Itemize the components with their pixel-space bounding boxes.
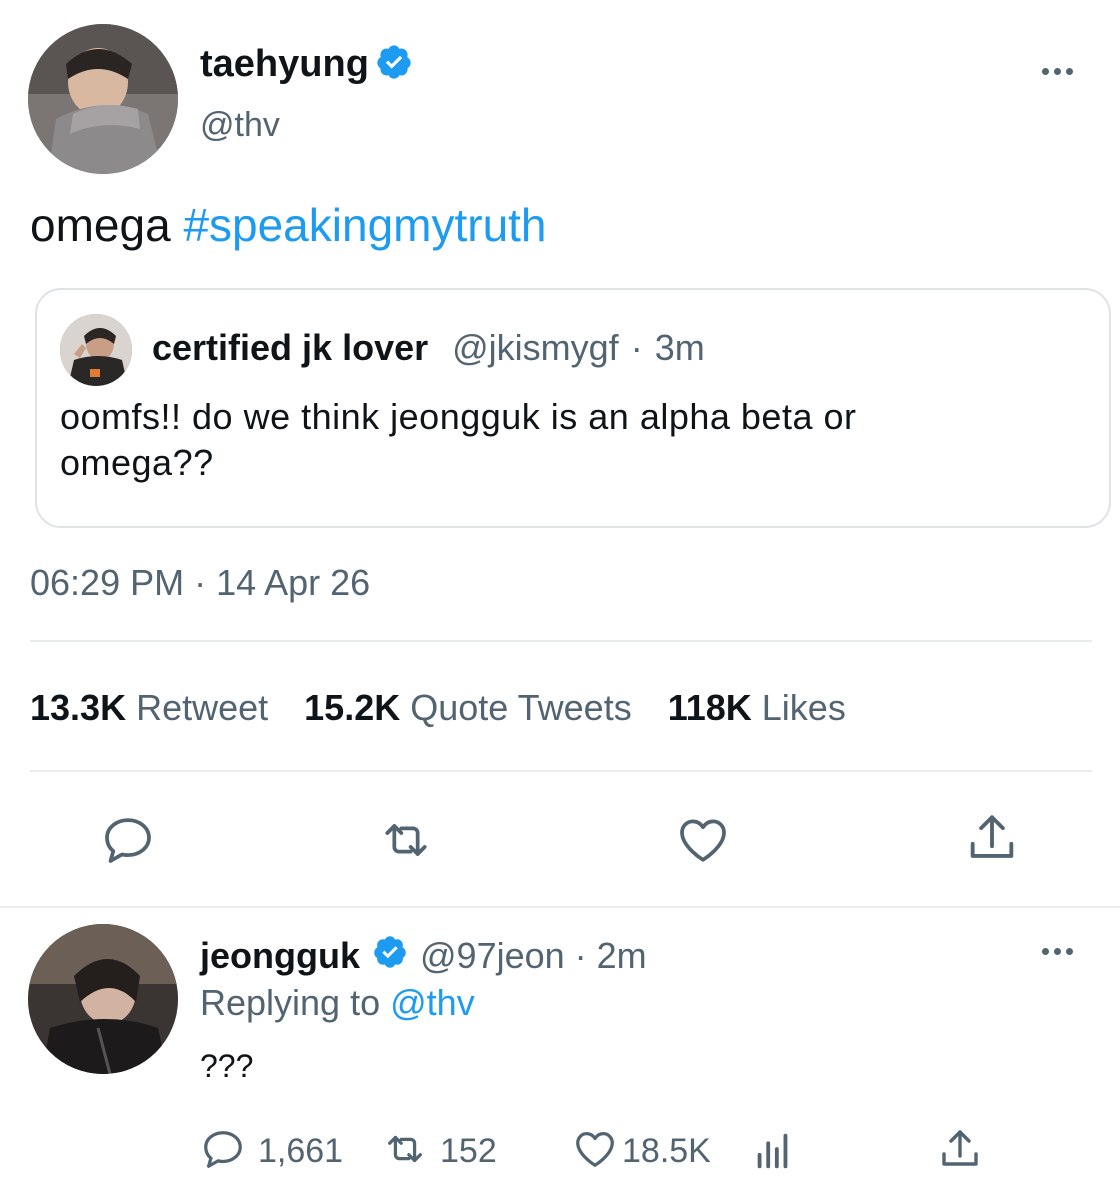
quoted-author-row: certified jk lover @jkismygf · 3m xyxy=(152,324,705,372)
likes-count[interactable]: 118K xyxy=(668,687,752,729)
replying-to-line: Replying to @thv xyxy=(200,980,475,1026)
replying-to-handle[interactable]: @thv xyxy=(390,982,475,1023)
reply-author-avatar[interactable] xyxy=(28,924,178,1074)
divider xyxy=(30,640,1092,642)
reply-author-row: jeongguk @97jeon · 2m xyxy=(200,932,647,980)
reply-retweet-button[interactable]: 152 xyxy=(378,1126,497,1176)
share-icon[interactable] xyxy=(962,810,1022,873)
quoted-separator: · xyxy=(630,327,643,368)
quote-tweets-label[interactable]: Quote Tweets xyxy=(410,687,631,729)
tweet-text: omega #speakingmytruth xyxy=(30,196,547,254)
author-avatar[interactable] xyxy=(28,24,178,174)
retweet-icon[interactable] xyxy=(376,812,436,873)
tweet-timestamp[interactable]: 06:29 PM · 14 Apr 26 xyxy=(30,562,370,604)
reply-reply-button[interactable]: 1,661 xyxy=(200,1126,343,1176)
retweet-label[interactable]: Retweet xyxy=(136,687,268,729)
reply-replies-count: 1,661 xyxy=(258,1131,344,1170)
divider xyxy=(30,770,1092,772)
quoted-display-name: certified jk lover xyxy=(152,327,429,368)
reply-handle[interactable]: @97jeon xyxy=(420,935,565,977)
author-name-row: taehyung xyxy=(200,40,413,88)
retweet-count[interactable]: 13.3K xyxy=(30,687,126,729)
like-icon[interactable] xyxy=(674,812,732,873)
quoted-handle: @jkismygf xyxy=(452,327,619,368)
reply-like-button[interactable]: 18.5K xyxy=(570,1126,711,1176)
quote-tweets-count[interactable]: 15.2K xyxy=(304,687,400,729)
author-handle[interactable]: @thv xyxy=(200,106,280,145)
hashtag-link[interactable]: #speakingmytruth xyxy=(183,199,546,251)
reply-icon[interactable] xyxy=(100,812,156,873)
author-display-name[interactable]: taehyung xyxy=(200,43,369,86)
verified-badge-icon xyxy=(372,934,408,979)
reply-time[interactable]: 2m xyxy=(597,935,647,977)
reply-retweets-count: 152 xyxy=(440,1131,497,1170)
tweet-text-plain: omega xyxy=(30,199,171,251)
quoted-tweet-text: oomfs!! do we think jeongguk is an alpha… xyxy=(60,396,857,483)
divider xyxy=(0,906,1120,908)
share-icon[interactable] xyxy=(936,1126,984,1179)
like-icon xyxy=(570,1126,620,1177)
reply-more-options-icon[interactable] xyxy=(1042,948,1073,955)
replying-to-prefix: Replying to xyxy=(200,982,381,1023)
likes-label[interactable]: Likes xyxy=(762,687,846,729)
retweet-icon xyxy=(378,1126,432,1177)
quoted-author-avatar xyxy=(60,314,132,386)
reply-icon xyxy=(200,1126,246,1177)
tweet-stats: 13.3K Retweet 15.2K Quote Tweets 118K Li… xyxy=(30,684,846,732)
reply-display-name[interactable]: jeongguk xyxy=(200,935,360,977)
reply-likes-count: 18.5K xyxy=(622,1131,711,1170)
more-options-icon[interactable] xyxy=(1042,68,1073,75)
quoted-time: 3m xyxy=(654,327,705,368)
reply-text: ??? xyxy=(200,1048,254,1084)
reply-separator: · xyxy=(574,935,587,976)
verified-badge-icon xyxy=(375,43,413,86)
analytics-icon[interactable] xyxy=(750,1128,796,1179)
